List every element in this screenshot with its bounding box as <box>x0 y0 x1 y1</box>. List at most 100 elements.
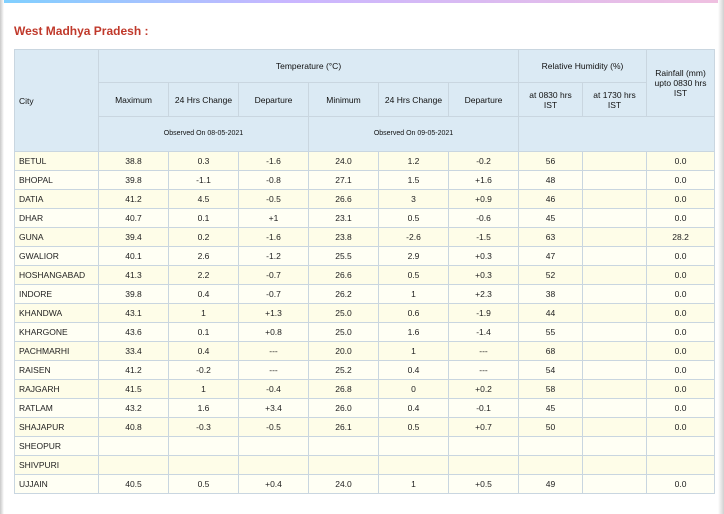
min-departure-cell: +0.3 <box>447 265 520 285</box>
rh-1730-cell <box>582 170 648 190</box>
rh-1730-cell <box>582 246 648 266</box>
min-temp-cell: 23.1 <box>308 208 379 228</box>
city-cell: DATIA <box>14 189 99 209</box>
min-departure-cell: +1.6 <box>447 170 520 190</box>
rh-0830-cell: 47 <box>518 246 584 266</box>
table-row: SHEOPUR <box>14 436 716 456</box>
rh-1730-cell <box>582 303 648 323</box>
minimum-header: Minimum <box>308 82 379 117</box>
table-row: RATLAM 43.2 1.6 +3.4 26.0 0.4 -0.1 45 0.0 <box>14 398 716 418</box>
city-cell: SHEOPUR <box>14 436 99 456</box>
max-temp-cell: 40.5 <box>98 474 169 494</box>
right-edge-shadow <box>718 0 724 514</box>
table-row: INDORE 39.8 0.4 -0.7 26.2 1 +2.3 38 0.0 <box>14 284 716 304</box>
observed-blank-cell <box>518 116 716 152</box>
max-change-cell: -0.2 <box>168 360 239 380</box>
table-row: GWALIOR 40.1 2.6 -1.2 25.5 2.9 +0.3 47 0.0 <box>14 246 716 266</box>
min-change-cell: 1.6 <box>378 322 449 342</box>
rainfall-cell: 0.0 <box>646 379 716 399</box>
table-row: UJJAIN 40.5 0.5 +0.4 24.0 1 +0.5 49 0.0 <box>14 474 716 494</box>
table-row: HOSHANGABAD 41.3 2.2 -0.7 26.6 0.5 +0.3 52 0.0 <box>14 265 716 285</box>
max-temp-cell: 41.2 <box>98 360 169 380</box>
max-change-cell: 0.1 <box>168 322 239 342</box>
max-change-cell: 0.1 <box>168 208 239 228</box>
max-change-cell: -1.1 <box>168 170 239 190</box>
min-departure-cell: -0.6 <box>447 208 520 228</box>
min-departure-cell: -1.5 <box>447 227 520 247</box>
rainfall-cell: 0.0 <box>646 322 716 342</box>
rainfall-cell: 0.0 <box>646 284 716 304</box>
max-departure-cell: -1.6 <box>238 151 309 171</box>
rh-1730-cell <box>582 227 648 247</box>
table-row: DATIA 41.2 4.5 -0.5 26.6 3 +0.9 46 0.0 <box>14 189 716 209</box>
min-temp-cell: 25.5 <box>308 246 379 266</box>
rh-1730-cell <box>582 284 648 304</box>
rh-1730-cell <box>582 341 648 361</box>
max-change-cell: 0.3 <box>168 151 239 171</box>
rh-1730-cell <box>582 360 648 380</box>
rh-0830-header: at 0830 hrs IST <box>518 82 584 117</box>
min-departure-cell: --- <box>447 341 520 361</box>
rh-0830-cell: 56 <box>518 151 584 171</box>
max-departure-cell: -0.5 <box>238 189 309 209</box>
rainfall-cell: 0.0 <box>646 246 716 266</box>
max-change-cell: 1 <box>168 379 239 399</box>
rh-1730-cell <box>582 379 648 399</box>
rainfall-cell: 0.0 <box>646 170 716 190</box>
rh-1730-cell <box>582 265 648 285</box>
rainfall-cell: 0.0 <box>646 151 716 171</box>
rh-1730-cell <box>582 322 648 342</box>
max-departure-cell: +0.8 <box>238 322 309 342</box>
rh-0830-cell: 44 <box>518 303 584 323</box>
rh-0830-cell: 38 <box>518 284 584 304</box>
min-departure-cell: -1.4 <box>447 322 520 342</box>
max-temp-cell: 40.8 <box>98 417 169 437</box>
rainfall-cell <box>646 436 716 456</box>
rainfall-cell: 0.0 <box>646 189 716 209</box>
max-change-cell: 0.4 <box>168 341 239 361</box>
rh-1730-cell <box>582 474 648 494</box>
max-change-cell: 0.5 <box>168 474 239 494</box>
table-row: DHAR 40.7 0.1 +1 23.1 0.5 -0.6 45 0.0 <box>14 208 716 228</box>
min-temp-cell: 26.1 <box>308 417 379 437</box>
rh-0830-cell: 48 <box>518 170 584 190</box>
observed-date-min: Observed On 09-05-2021 <box>307 116 520 152</box>
city-cell: SHIVPURI <box>14 455 99 475</box>
city-cell: UJJAIN <box>14 474 99 494</box>
rh-0830-cell <box>518 436 584 456</box>
min-temp-cell: 26.0 <box>308 398 379 418</box>
left-edge-shadow <box>0 0 4 514</box>
max-temp-cell: 41.5 <box>98 379 169 399</box>
city-cell: RAJGARH <box>14 379 99 399</box>
min-change-cell: 3 <box>378 189 449 209</box>
max-temp-cell: 40.7 <box>98 208 169 228</box>
min-temp-cell: 24.0 <box>308 151 379 171</box>
rh-1730-cell <box>582 417 648 437</box>
max-temp-cell: 43.1 <box>98 303 169 323</box>
min-change-cell: 1 <box>378 284 449 304</box>
min-temp-cell: 25.0 <box>308 322 379 342</box>
rh-1730-cell <box>582 151 648 171</box>
max-departure-cell: --- <box>238 341 309 361</box>
min-temp-cell: 23.8 <box>308 227 379 247</box>
max-departure-cell: +1.3 <box>238 303 309 323</box>
min-change-cell <box>378 455 449 475</box>
rh-1730-cell <box>582 189 648 209</box>
min-departure-header: Departure <box>447 82 520 117</box>
city-cell: HOSHANGABAD <box>14 265 99 285</box>
min-change-cell: 1 <box>378 341 449 361</box>
city-cell: GUNA <box>14 227 99 247</box>
min-departure-cell: -1.9 <box>447 303 520 323</box>
rainfall-cell: 0.0 <box>646 360 716 380</box>
rh-0830-cell: 49 <box>518 474 584 494</box>
section-heading: West Madhya Pradesh : <box>14 24 149 38</box>
rh-1730-cell <box>582 436 648 456</box>
min-change-cell: -2.6 <box>378 227 449 247</box>
max-change-cell: 0.4 <box>168 284 239 304</box>
rh-0830-cell: 55 <box>518 322 584 342</box>
rh-0830-cell: 58 <box>518 379 584 399</box>
min-change-cell: 0.5 <box>378 417 449 437</box>
city-cell: RATLAM <box>14 398 99 418</box>
max-change-cell: 4.5 <box>168 189 239 209</box>
table-body: BETUL 38.8 0.3 -1.6 24.0 1.2 -0.2 56 0.0 BHOPAL 39… <box>14 151 716 494</box>
